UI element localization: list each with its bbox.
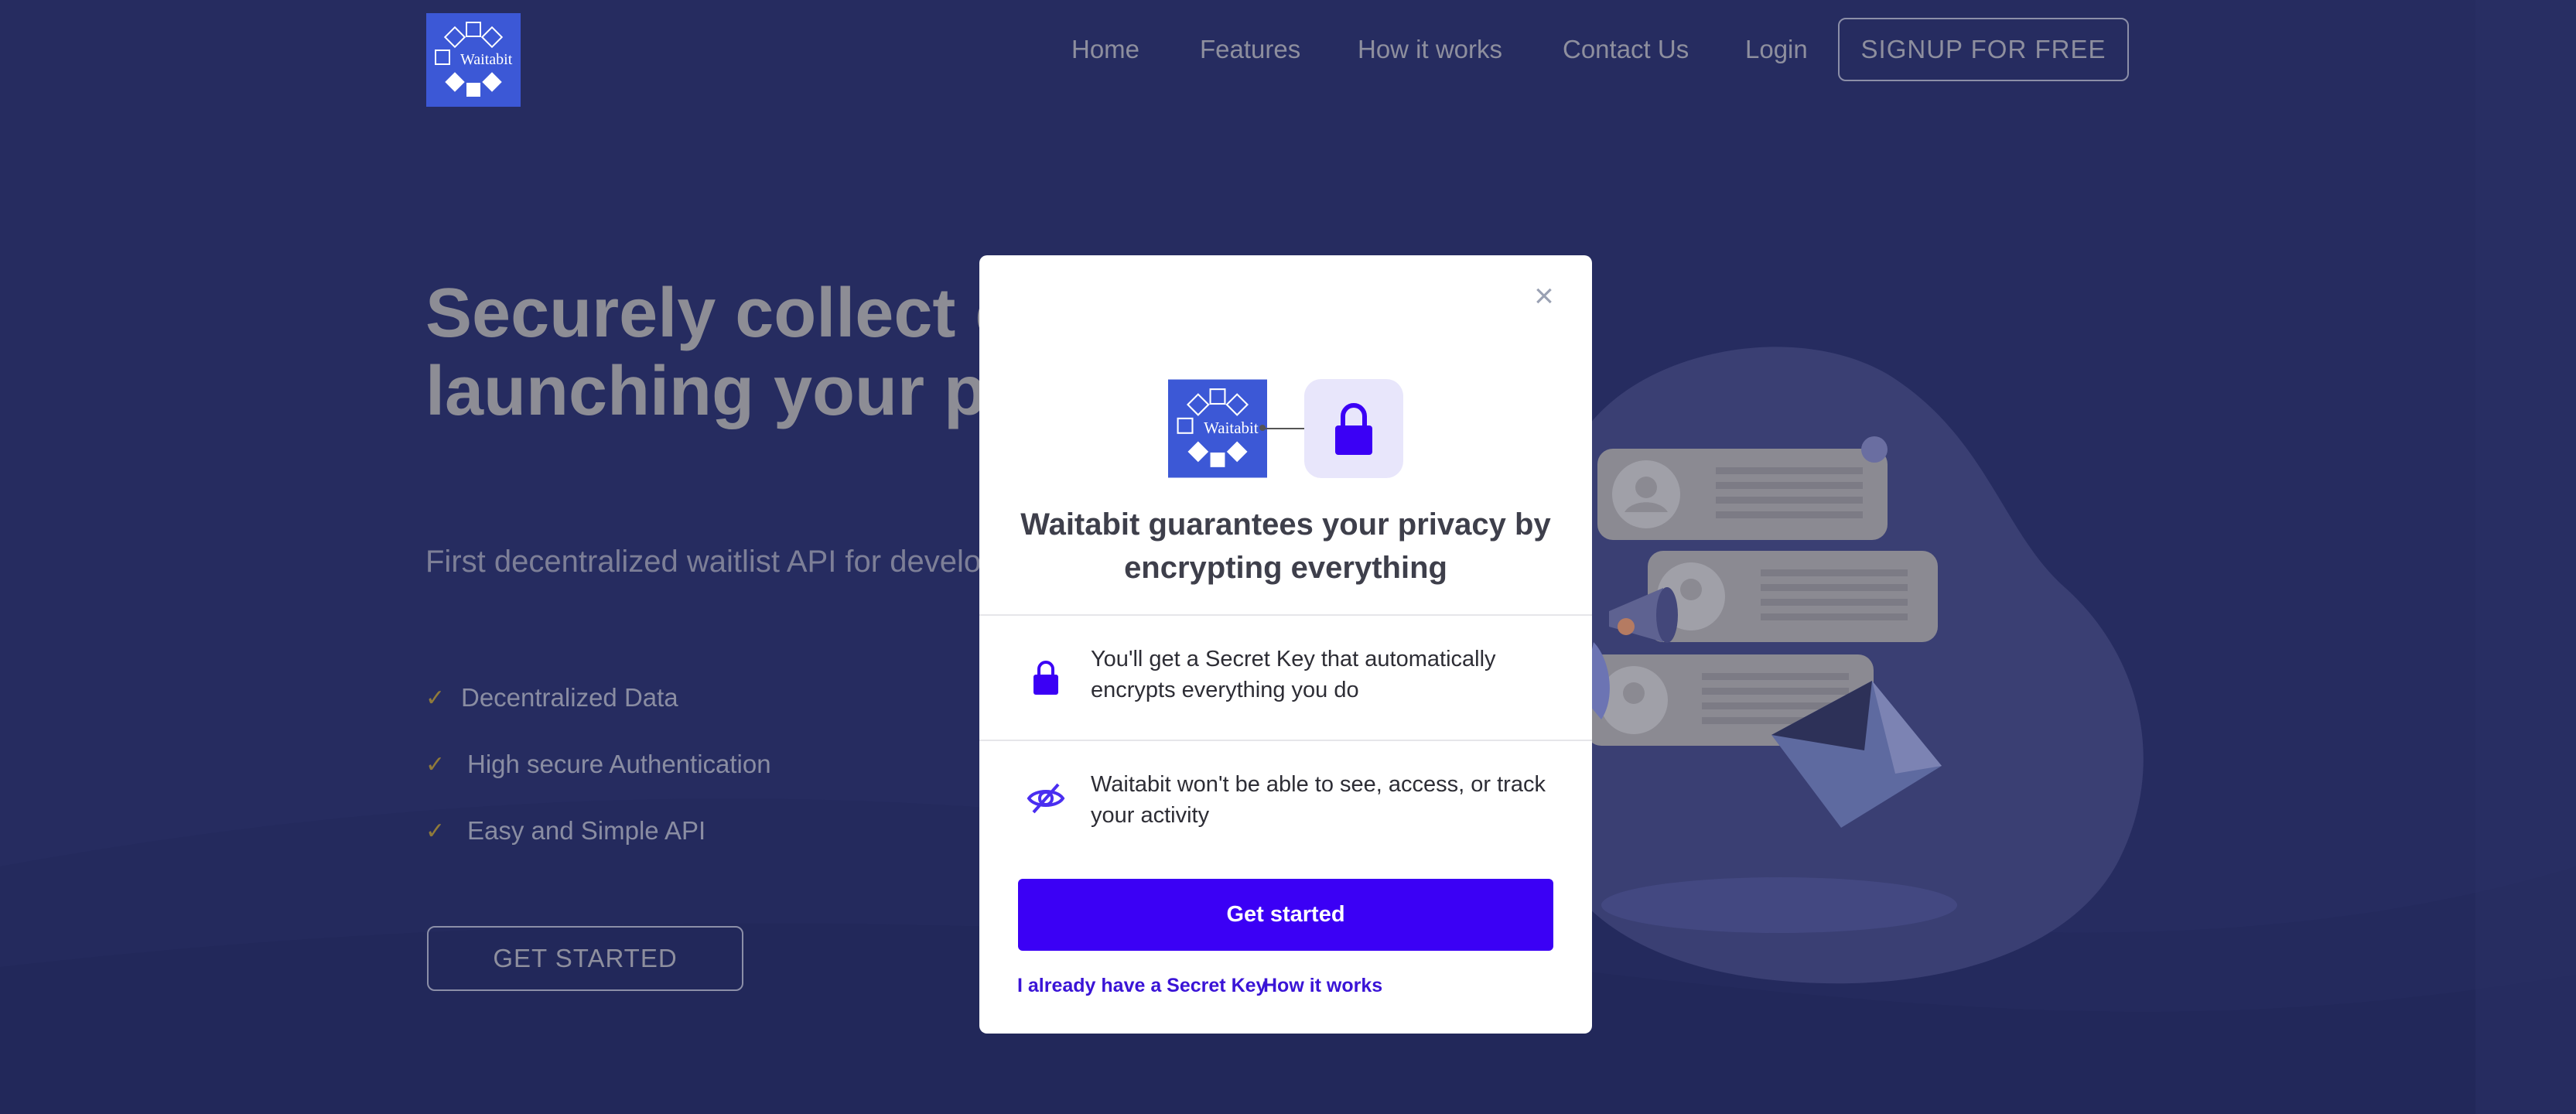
feature-item: ✓ High secure Authentication	[425, 745, 771, 784]
feature-item: ✓ Decentralized Data	[425, 678, 678, 717]
nav-login[interactable]: Login	[1745, 32, 1808, 67]
modal-item: You'll get a Secret Key that automatical…	[979, 616, 1592, 740]
modal-logo-wordmark: Waitabit	[1204, 419, 1259, 437]
nav-home[interactable]: Home	[1071, 32, 1139, 67]
chat-bubble-1	[1597, 436, 1888, 540]
hero-illustration	[1528, 347, 2144, 984]
nav-contact-us[interactable]: Contact Us	[1563, 32, 1689, 67]
logo-wordmark: Waitabit	[460, 51, 513, 68]
header-logo[interactable]: Waitabit	[426, 13, 521, 107]
landing-page: Waitabit Home Features How it works Cont…	[0, 0, 2576, 1114]
feature-label: Decentralized Data	[461, 683, 678, 712]
feature-item: ✓ Easy and Simple API	[425, 812, 705, 850]
how-it-works-link[interactable]: How it works	[1263, 975, 1382, 997]
signup-button[interactable]: SIGNUP FOR FREE	[1838, 18, 2129, 81]
modal-item-text: Waitabit won't be able to see, access, o…	[1091, 772, 1546, 828]
modal-item-text: You'll get a Secret Key that automatical…	[1091, 647, 1496, 702]
illustration-shadow	[1601, 877, 1957, 933]
modal-title: Waitabit guarantees your privacy by encr…	[1020, 507, 1551, 585]
modal-item: Waitabit won't be able to see, access, o…	[979, 741, 1592, 865]
have-secret-key-link[interactable]: I already have a Secret Key	[1017, 975, 1266, 997]
lock-badge	[1304, 379, 1403, 478]
eye-slash-icon	[1027, 783, 1065, 814]
check-icon: ✓	[425, 685, 446, 711]
connector-line	[1259, 425, 1314, 431]
lock-icon	[1335, 403, 1372, 455]
nav-how-it-works[interactable]: How it works	[1358, 32, 1502, 67]
get-started-button[interactable]: Get started	[1018, 879, 1553, 951]
check-icon: ✓	[425, 818, 446, 844]
modal-logo: Waitabit	[1168, 379, 1267, 478]
close-icon[interactable]: ×	[1529, 279, 1560, 313]
hero-get-started-button[interactable]: GET STARTED	[427, 926, 743, 991]
feature-label: Easy and Simple API	[467, 816, 706, 845]
privacy-modal: × Waitabit Waitabit guarantees your priv…	[979, 255, 1592, 1034]
nav-features[interactable]: Features	[1200, 32, 1300, 67]
feature-label: High secure Authentication	[467, 750, 771, 778]
check-icon: ✓	[425, 751, 446, 777]
chat-bubble-2	[1648, 551, 1938, 642]
lock-icon	[1033, 661, 1058, 695]
